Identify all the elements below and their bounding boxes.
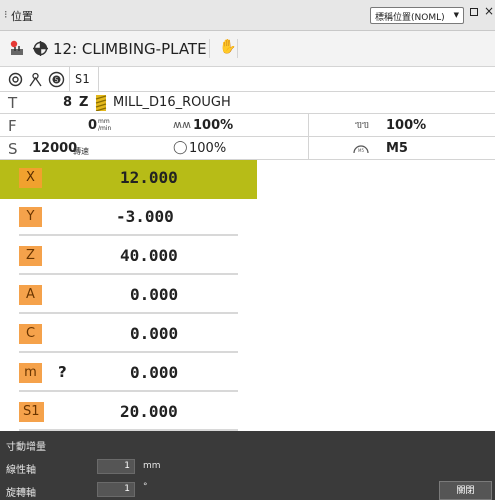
- axis-value: 40.000: [120, 246, 178, 265]
- linear-unit: mm: [143, 461, 161, 471]
- spindle-indicator: S1: [75, 72, 90, 86]
- rapid-override: 100%: [386, 118, 427, 133]
- axis-value: 12.000: [120, 168, 178, 187]
- divider: [19, 273, 238, 275]
- divider: [308, 114, 309, 136]
- divider: [19, 351, 238, 353]
- feed-unit-top: mm: [98, 118, 110, 125]
- axis-label: X: [19, 168, 42, 188]
- axis-row-m[interactable]: m ? 0.000: [0, 355, 257, 394]
- axis-label: A: [19, 285, 42, 305]
- feed-unit: mm /min: [98, 118, 111, 132]
- axis-label: S1: [19, 402, 44, 422]
- view-selector-value: 標稱位置(NOML): [375, 13, 445, 23]
- workpiece-name: 12: CLIMBING-PLATE: [53, 40, 207, 58]
- tool-icon: [95, 95, 107, 111]
- svg-text:5: 5: [55, 77, 59, 84]
- axis-value: 0.000: [130, 363, 179, 382]
- axis-row-c[interactable]: C 0.000: [0, 316, 257, 355]
- rotary-increment-field[interactable]: 1: [97, 482, 135, 497]
- datum-icon: [33, 41, 48, 56]
- axis-row-a[interactable]: A 0.000: [0, 277, 257, 316]
- view-selector-dropdown[interactable]: 標稱位置(NOML) ▼: [370, 7, 464, 24]
- rapid-override-icon: ᥓᥓ: [355, 118, 370, 131]
- jog-panel-title: 寸動增量: [6, 442, 46, 453]
- spindle-unit: 轉速: [73, 147, 89, 156]
- spindle-label: S: [8, 140, 18, 158]
- divider: [19, 312, 238, 314]
- tool-row: T 8 Z MILL_D16_ROUGH: [0, 92, 495, 114]
- svg-text:M5: M5: [358, 148, 364, 153]
- axis-row-z[interactable]: Z 40.000: [0, 238, 257, 277]
- divider: [19, 390, 238, 392]
- unknown-marker: ?: [58, 363, 67, 381]
- axis-row-y[interactable]: Y -3.000: [0, 199, 257, 238]
- close-button[interactable]: 關閉: [439, 481, 492, 500]
- drag-handle-icon[interactable]: ⁝: [4, 8, 8, 21]
- close-icon[interactable]: ×: [484, 4, 494, 18]
- feed-override-icon: ʍʍ: [173, 118, 191, 131]
- program-row: 12: CLIMBING-PLATE ✋: [0, 31, 495, 67]
- linear-axis-label: 線性軸: [6, 465, 36, 476]
- feed-label: F: [8, 117, 17, 135]
- divider: [69, 67, 70, 91]
- axis-row-s1[interactable]: S1 20.000: [0, 394, 257, 433]
- axis-row-x[interactable]: X 12.000: [0, 160, 257, 199]
- divider: [209, 39, 210, 58]
- status-icons-row: 5 S1: [0, 67, 495, 92]
- spindle-override-icon: ◯: [173, 140, 188, 155]
- axis-value: 0.000: [130, 285, 179, 304]
- feed-unit-bottom: /min: [98, 125, 112, 132]
- workpiece-icon: [10, 40, 23, 55]
- divider: [19, 234, 238, 236]
- window-title: 位置: [11, 10, 33, 23]
- axis-value: 0.000: [130, 324, 179, 343]
- maximize-button[interactable]: [470, 8, 478, 16]
- hand-icon: ✋: [219, 39, 237, 55]
- spindle-value: 12000: [32, 141, 78, 156]
- axis-value: 20.000: [120, 402, 178, 421]
- tool-label: T: [8, 94, 18, 112]
- axis-label: Y: [19, 207, 42, 227]
- rotary-axis-label: 旋轉軸: [6, 488, 36, 499]
- tool-number: 8: [63, 95, 73, 110]
- jog-increment-panel: 寸動增量 線性軸 1 mm 旋轉軸 1 ° 關閉: [0, 431, 495, 500]
- axis-label: C: [19, 324, 42, 344]
- mfunction-icon: M5: [353, 145, 369, 154]
- axis-position-list: X 12.000 Y -3.000 Z 40.000 A 0.000 C 0.0…: [0, 160, 257, 433]
- axis-value: -3.000: [116, 207, 174, 226]
- chevron-down-icon: ▼: [453, 11, 459, 19]
- cycle-icon: 5: [48, 71, 65, 88]
- spindle-row: S 12000 轉速 ◯ 100% M5 M5: [0, 137, 495, 160]
- tool-axis: Z: [79, 95, 89, 110]
- axis-label: Z: [19, 246, 42, 266]
- divider: [308, 137, 309, 159]
- axis-label: m: [19, 363, 42, 383]
- rotation-icon: [8, 72, 23, 87]
- divider: [98, 67, 99, 91]
- title-bar: ⁝ 位置 標稱位置(NOML) ▼ ×: [0, 0, 495, 31]
- rotary-unit: °: [143, 482, 148, 492]
- tool-name: MILL_D16_ROUGH: [113, 95, 231, 110]
- mfunction-value: M5: [386, 141, 408, 156]
- divider: [237, 39, 238, 58]
- feed-row: F 0 mm /min ʍʍ 100% ᥓᥓ 100%: [0, 114, 495, 137]
- feed-override: 100%: [193, 118, 234, 133]
- spindle-override: 100%: [189, 141, 227, 156]
- feed-value: 0: [88, 118, 98, 133]
- probe-icon: [29, 72, 42, 87]
- linear-increment-field[interactable]: 1: [97, 459, 135, 474]
